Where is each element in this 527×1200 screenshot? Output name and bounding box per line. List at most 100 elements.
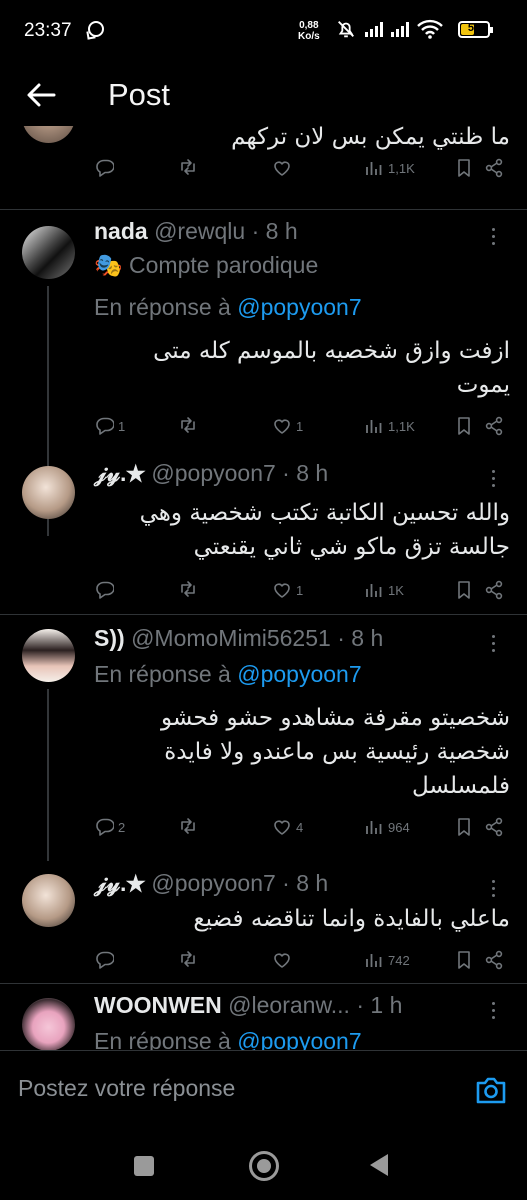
retweet-button[interactable]: [178, 580, 202, 600]
reply-input[interactable]: Postez votre réponse: [18, 1075, 458, 1102]
reply-mention[interactable]: @popyoon7: [237, 1028, 361, 1050]
avatar[interactable]: [22, 226, 75, 279]
like-button[interactable]: [272, 950, 296, 970]
arrow-left-icon[interactable]: [24, 78, 58, 112]
views-count: 742: [388, 952, 410, 968]
display-name[interactable]: S)): [94, 625, 125, 651]
tweet-text: ماعلي بالفايدة وانما تناقضه فضيع: [193, 906, 510, 932]
avatar[interactable]: [22, 998, 75, 1050]
tweet-header: 𝒿𝓎.★ @popyoon7 · 8 h: [94, 460, 328, 487]
timestamp[interactable]: 8 h: [351, 625, 383, 651]
reply-button[interactable]: 1: [94, 416, 125, 436]
reply-mention[interactable]: @popyoon7: [237, 294, 361, 320]
retweet-button[interactable]: [178, 817, 202, 837]
views-button[interactable]: 1K: [364, 580, 404, 600]
views-button[interactable]: 1,1K: [364, 158, 415, 178]
signal-2-icon: [391, 21, 409, 37]
bookmark-button[interactable]: [454, 416, 474, 436]
share-button[interactable]: [484, 416, 504, 436]
home-icon[interactable]: [249, 1151, 279, 1181]
timestamp[interactable]: 8 h: [296, 870, 328, 896]
reply-button[interactable]: [94, 580, 118, 600]
reply-button[interactable]: [94, 158, 118, 178]
retweet-icon: [181, 951, 195, 967]
battery-icon: 51: [458, 21, 493, 38]
tweet-actions: 1 1 1,1K: [0, 416, 527, 440]
views-icon: [366, 419, 382, 434]
timestamp[interactable]: 8 h: [266, 218, 298, 244]
tweet-4[interactable]: 𝒿𝓎.★ @popyoon7 · 8 h ماعلي بالفايدة وانم…: [0, 866, 527, 984]
system-navigation-bar: [0, 1132, 527, 1200]
views-button[interactable]: 964: [364, 817, 410, 837]
avatar[interactable]: [22, 466, 75, 519]
more-options-icon[interactable]: [492, 228, 496, 249]
tweet-text: شخصيتو مقرفة مشاهدو حشو فحشو شخصية رئيسي…: [160, 705, 510, 799]
reply-icon: [96, 951, 114, 969]
recents-icon[interactable]: [134, 1156, 154, 1176]
display-name[interactable]: 𝒿𝓎.★: [94, 460, 145, 486]
tweet-2[interactable]: 𝒿𝓎.★ @popyoon7 · 8 h والله تحسين الكاتبة…: [0, 456, 527, 616]
handle[interactable]: @popyoon7: [151, 460, 275, 486]
handle[interactable]: @rewqlu: [154, 218, 245, 244]
share-button[interactable]: [484, 158, 504, 178]
like-button[interactable]: [272, 158, 296, 178]
retweet-icon: [181, 818, 195, 834]
retweet-button[interactable]: [178, 158, 202, 178]
tweet-actions: 2 4 964: [0, 817, 527, 841]
bookmark-icon: [458, 818, 470, 836]
tweet-5[interactable]: WOONWEN @leoranw... · 1 h En réponse à @…: [0, 984, 527, 1050]
retweet-button[interactable]: [178, 416, 202, 436]
more-options-icon[interactable]: [492, 1002, 496, 1023]
avatar[interactable]: [22, 126, 75, 143]
retweet-icon: [181, 159, 195, 175]
reply-thread: ما ظنتي يمكن بس لان تركهم 1,1K nada @rew…: [0, 126, 527, 1050]
reply-button[interactable]: 2: [94, 817, 125, 837]
retweet-button[interactable]: [178, 950, 202, 970]
views-button[interactable]: 742: [364, 950, 410, 970]
tweet-0[interactable]: ما ظنتي يمكن بس لان تركهم 1,1K: [0, 126, 527, 210]
parody-text: Compte parodique: [129, 252, 319, 278]
reply-icon: [96, 417, 114, 435]
tweet-actions: 1,1K: [0, 158, 527, 182]
share-button[interactable]: [484, 950, 504, 970]
camera-icon[interactable]: [475, 1075, 507, 1105]
more-options-icon[interactable]: [492, 470, 496, 491]
views-icon: [366, 583, 382, 598]
parody-label: 🎭 Compte parodique: [94, 252, 318, 279]
share-icon: [485, 950, 503, 970]
like-button[interactable]: 1: [272, 580, 303, 600]
tweet-3[interactable]: S)) @MomoMimi56251 · 8 h En réponse à @p…: [0, 615, 527, 861]
avatar[interactable]: [22, 874, 75, 927]
bookmark-button[interactable]: [454, 950, 474, 970]
handle[interactable]: @popyoon7: [151, 870, 275, 896]
network-speed-unit: Ko/s: [298, 31, 320, 42]
page-title: Post: [108, 77, 171, 112]
handle[interactable]: @MomoMimi56251: [131, 625, 331, 651]
views-button[interactable]: 1,1K: [364, 416, 415, 436]
timestamp[interactable]: 8 h: [296, 460, 328, 486]
back-triangle-icon[interactable]: [370, 1154, 388, 1176]
share-button[interactable]: [484, 817, 504, 837]
reply-prefix: En réponse à: [94, 1028, 231, 1050]
share-button[interactable]: [484, 580, 504, 600]
reply-icon: [96, 159, 114, 177]
display-name[interactable]: 𝒿𝓎.★: [94, 870, 145, 896]
share-icon: [485, 416, 503, 436]
heart-icon: [274, 161, 290, 176]
display-name[interactable]: nada: [94, 218, 148, 244]
reply-mention[interactable]: @popyoon7: [237, 661, 361, 687]
more-options-icon[interactable]: [492, 880, 496, 901]
bookmark-button[interactable]: [454, 580, 474, 600]
reply-prefix: En réponse à: [94, 661, 231, 687]
avatar[interactable]: [22, 629, 75, 682]
display-name[interactable]: WOONWEN: [94, 992, 222, 1018]
more-options-icon[interactable]: [492, 635, 496, 656]
like-button[interactable]: 1: [272, 416, 303, 436]
bookmark-button[interactable]: [454, 158, 474, 178]
battery-level: 51: [467, 22, 481, 34]
reply-button[interactable]: [94, 950, 118, 970]
timestamp[interactable]: 1 h: [370, 992, 402, 1018]
handle[interactable]: @leoranw...: [228, 992, 350, 1018]
bookmark-button[interactable]: [454, 817, 474, 837]
like-button[interactable]: 4: [272, 817, 303, 837]
